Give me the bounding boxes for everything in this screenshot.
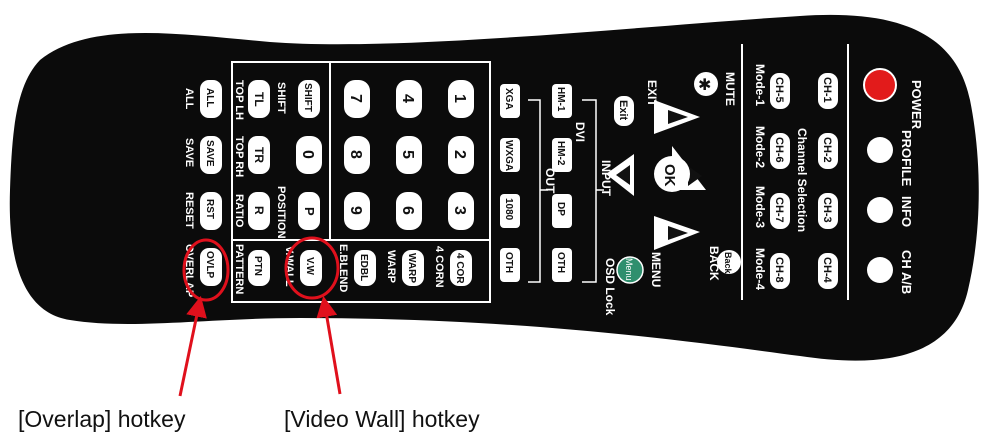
info-label: INFO [899,196,914,227]
warp-label: WARP [385,250,397,283]
mode2-label: Mode-2 [753,126,767,168]
all-key-label: ALL [204,88,215,107]
osd-lock-label: OSD Lock [603,258,617,316]
ch5-label: CH-5 [773,77,785,103]
top-lh-label: TOP LH [233,80,245,120]
exit-key-label: Exit [617,100,629,121]
input-label: INPUT [599,160,613,197]
chab-label: CH A/B [899,250,914,294]
all-label: ALL [183,88,195,110]
warp-key-label: WARP [406,253,417,283]
ch7-label: CH-7 [773,197,785,223]
ch1-label: CH-1 [821,77,833,103]
chab-button[interactable] [867,257,893,283]
digit-5-label: 5 [399,150,416,159]
mode1-label: Mode-1 [753,64,767,106]
videowall-hotkey-callout: [Video Wall] hotkey [284,406,480,432]
out-label: OUT [543,168,557,194]
menu-key-label: Menu [624,258,634,281]
top-rh-label: TOP RH [233,136,245,177]
4corn-label: 4 CORN [433,246,445,288]
profile-button[interactable] [867,137,893,163]
overlap-hotkey-callout: [Overlap] hotkey [18,406,186,432]
save-label: SAVE [183,138,195,167]
digit-4-label: 4 [399,94,416,103]
digit-3-label: 3 [451,206,468,215]
mute-icon: ✱ [698,75,711,94]
mute-label: MUTE [723,72,737,106]
digit-6-label: 6 [399,206,416,215]
input-oth-label: OTH [555,252,566,273]
info-button[interactable] [867,197,893,223]
out-wxga-label: WXGA [503,140,514,171]
power-button[interactable] [863,68,897,102]
ovlp-key-label: OVLP [204,251,215,279]
tl-key-label: TL [252,92,266,107]
pattern-label: PATTERN [233,244,245,294]
out-1080-label: 1080 [503,198,514,221]
digit-8-label: 8 [347,150,364,159]
rst-key-label: RST [204,199,215,219]
digit-7-label: 7 [347,94,364,103]
4cor-key-label: 4 COR [454,253,465,284]
remote-illustration: POWER PROFILE INFO CH A/B CH-1 CH-2 CH-3… [9,14,979,397]
out-xga-label: XGA [503,88,514,110]
back-key-label: Back [723,252,733,275]
ptn-key-label: PTN [252,256,263,276]
dvi-label: DVI [573,122,587,142]
out-oth-label: OTH [503,252,514,273]
tr-key-label: TR [252,147,266,163]
menu-label: MENU [649,252,663,287]
vw-key-label: V.W [304,257,315,276]
ch2-label: CH-2 [821,137,833,163]
r-key-label: R [252,206,266,215]
channel-selection-label: Channel Selection [795,128,809,232]
ratio-label: RATIO [233,194,245,228]
back-label: BACK [707,246,721,281]
ch4-label: CH-4 [821,257,833,284]
ok-label: OK [661,164,678,187]
p-key-label: P [302,207,317,216]
reset-label: RESET [183,192,195,229]
mode4-label: Mode-4 [753,248,767,290]
input-dp-label: DP [555,202,566,216]
input-hm2-label: HM-2 [555,141,566,166]
input-hm1-label: HM-1 [555,87,566,112]
ch3-label: CH-3 [821,197,833,223]
digit-0-label: 0 [299,150,316,159]
mode3-label: Mode-3 [753,186,767,228]
power-label: POWER [909,80,924,130]
position-label: POSITION [275,186,287,239]
save-key-label: SAVE [204,140,215,167]
profile-label: PROFILE [899,130,914,187]
digit-2-label: 2 [451,150,468,159]
shift-key-label: SHIFT [302,83,313,112]
ch6-label: CH-6 [773,137,785,163]
digit-9-label: 9 [347,206,364,215]
remote-body [9,14,979,361]
ch8-label: CH-8 [773,257,785,283]
shift-label: SHIFT [275,82,287,114]
digit-1-label: 1 [451,94,468,103]
edbl-key-label: EDBL [358,254,369,281]
exit-label: EXIT [645,80,659,107]
